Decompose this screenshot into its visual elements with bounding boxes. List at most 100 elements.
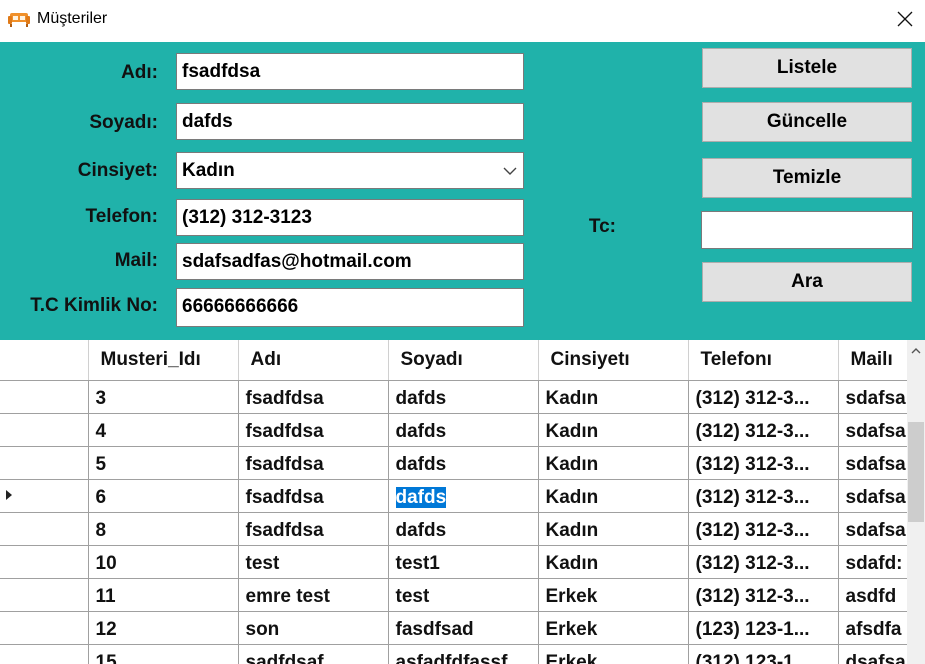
table-row[interactable]: 8 fsadfdsa dafds Kadın (312) 312-3... sdafsa <box>0 512 907 546</box>
close-button[interactable] <box>885 0 925 38</box>
column-header-cinsiyet[interactable]: Cinsiyetı <box>538 340 689 381</box>
cell-id[interactable]: 5 <box>88 446 239 480</box>
window-title: Müşteriler <box>37 10 108 27</box>
cell-ad[interactable]: sadfdsaf <box>238 644 389 664</box>
cell-id[interactable]: 8 <box>88 512 239 546</box>
cell-id[interactable]: 10 <box>88 545 239 579</box>
cell-cinsiyet[interactable]: Kadın <box>538 545 689 579</box>
cell-soyad[interactable]: dafds <box>388 413 539 447</box>
cell-ad[interactable]: fsadfdsa <box>238 479 389 513</box>
cell-cinsiyet[interactable]: Kadın <box>538 380 689 414</box>
cell-soyad-selected[interactable]: dafds <box>388 479 539 513</box>
cell-telefon[interactable]: (312) 312-3... <box>688 578 839 612</box>
table-row[interactable]: 6 fsadfdsa dafds Kadın (312) 312-3... sdafsa <box>0 479 907 513</box>
cell-cinsiyet[interactable]: Kadın <box>538 479 689 513</box>
cell-id[interactable]: 15 <box>88 644 239 664</box>
cell-mail[interactable]: sdafsa <box>838 479 907 513</box>
ara-button[interactable]: Ara <box>702 262 912 302</box>
tc-kimlik-input[interactable]: 66666666666 <box>176 288 524 327</box>
cell-mail[interactable]: sdafsa <box>838 380 907 414</box>
cell-soyad[interactable]: dafds <box>388 380 539 414</box>
cell-cinsiyet[interactable]: Erkek <box>538 644 689 664</box>
cell-soyad[interactable]: dafds <box>388 512 539 546</box>
cell-soyad[interactable]: asfadfdfassf <box>388 644 539 664</box>
cell-id[interactable]: 6 <box>88 479 239 513</box>
row-header[interactable] <box>0 380 89 414</box>
cell-telefon[interactable]: (312) 312-3... <box>688 545 839 579</box>
cell-mail[interactable]: asdfd <box>838 578 907 612</box>
cell-mail[interactable]: dsafsa <box>838 644 907 664</box>
row-header[interactable] <box>0 611 89 645</box>
cell-text: sdafsa <box>845 420 906 442</box>
cell-id[interactable]: 12 <box>88 611 239 645</box>
row-header[interactable] <box>0 644 89 664</box>
listele-button[interactable]: Listele <box>702 48 912 88</box>
guncelle-button[interactable]: Güncelle <box>702 102 912 142</box>
table-row[interactable]: 4 fsadfdsa dafds Kadın (312) 312-3... sdafsa <box>0 413 907 447</box>
cell-soyad[interactable]: dafds <box>388 446 539 480</box>
cell-mail[interactable]: sdafsa <box>838 413 907 447</box>
row-header[interactable] <box>0 545 89 579</box>
cell-cinsiyet[interactable]: Erkek <box>538 611 689 645</box>
cell-id[interactable]: 3 <box>88 380 239 414</box>
cell-cinsiyet[interactable]: Kadın <box>538 512 689 546</box>
vertical-scrollbar[interactable] <box>907 340 925 664</box>
cell-telefon[interactable]: (312) 312-3... <box>688 446 839 480</box>
cell-ad[interactable]: fsadfdsa <box>238 380 389 414</box>
column-header-id[interactable]: Musteri_Idı <box>88 340 239 381</box>
cell-mail[interactable]: sdafd: <box>838 545 907 579</box>
cell-telefon[interactable]: (312) 312-3... <box>688 479 839 513</box>
column-header-telefon[interactable]: Telefonı <box>688 340 839 381</box>
customers-grid[interactable]: Musteri_Idı Adı Soyadı Cinsiyetı Telefon… <box>0 340 925 664</box>
cell-telefon[interactable]: (123) 123-1... <box>688 611 839 645</box>
row-header[interactable] <box>0 479 89 513</box>
row-header[interactable] <box>0 512 89 546</box>
cell-telefon[interactable]: (312) 123-1... <box>688 644 839 664</box>
cell-ad[interactable]: fsadfdsa <box>238 446 389 480</box>
cell-ad[interactable]: son <box>238 611 389 645</box>
cinsiyet-select[interactable]: Kadın <box>176 152 524 189</box>
row-header[interactable] <box>0 413 89 447</box>
cell-mail[interactable]: sdafsa <box>838 512 907 546</box>
cell-text: sdafsa <box>845 387 906 409</box>
cell-telefon[interactable]: (312) 312-3... <box>688 413 839 447</box>
close-icon <box>897 11 913 27</box>
scroll-thumb[interactable] <box>908 422 924 522</box>
table-row[interactable]: 5 fsadfdsa dafds Kadın (312) 312-3... sdafsa <box>0 446 907 480</box>
cell-id[interactable]: 4 <box>88 413 239 447</box>
cell-mail[interactable]: sdafsa <box>838 446 907 480</box>
table-row[interactable]: 15 sadfdsaf asfadfdfassf Erkek (312) 123-1..… <box>0 644 907 664</box>
column-header-mail[interactable]: Mailı <box>838 340 907 381</box>
cell-cinsiyet[interactable]: Erkek <box>538 578 689 612</box>
cell-text: (312) 312-3... <box>695 519 810 541</box>
table-row[interactable]: 11 emre test test Erkek (312) 312-3... asdfd <box>0 578 907 612</box>
soyad-input[interactable]: dafds <box>176 103 524 140</box>
cell-ad[interactable]: emre test <box>238 578 389 612</box>
ad-input[interactable]: fsadfdsa <box>176 53 524 90</box>
cell-cinsiyet[interactable]: Kadın <box>538 413 689 447</box>
table-row[interactable]: 12 son fasdfsad Erkek (123) 123-1... afsdfa <box>0 611 907 645</box>
column-header-ad[interactable]: Adı <box>238 340 389 381</box>
temizle-button[interactable]: Temizle <box>702 158 912 198</box>
row-header[interactable] <box>0 578 89 612</box>
tc-search-input[interactable] <box>701 211 913 249</box>
column-header-soyad[interactable]: Soyadı <box>388 340 539 381</box>
telefon-input[interactable]: (312) 312-3123 <box>176 199 524 236</box>
table-row[interactable]: 3 fsadfdsa dafds Kadın (312) 312-3... sdafsa <box>0 380 907 414</box>
mail-input[interactable]: sdafsadfas@hotmail.com <box>176 243 524 280</box>
cell-soyad[interactable]: fasdfsad <box>388 611 539 645</box>
scroll-up-button[interactable] <box>907 340 925 360</box>
cell-ad[interactable]: fsadfdsa <box>238 512 389 546</box>
cell-soyad[interactable]: test1 <box>388 545 539 579</box>
cell-soyad[interactable]: test <box>388 578 539 612</box>
cell-ad[interactable]: fsadfdsa <box>238 413 389 447</box>
cell-telefon[interactable]: (312) 312-3... <box>688 380 839 414</box>
row-header[interactable] <box>0 446 89 480</box>
table-row[interactable]: 10 test test1 Kadın (312) 312-3... sdafd: <box>0 545 907 579</box>
cell-text: Kadın <box>545 552 599 574</box>
cell-cinsiyet[interactable]: Kadın <box>538 446 689 480</box>
cell-telefon[interactable]: (312) 312-3... <box>688 512 839 546</box>
cell-id[interactable]: 11 <box>88 578 239 612</box>
cell-mail[interactable]: afsdfa <box>838 611 907 645</box>
cell-ad[interactable]: test <box>238 545 389 579</box>
